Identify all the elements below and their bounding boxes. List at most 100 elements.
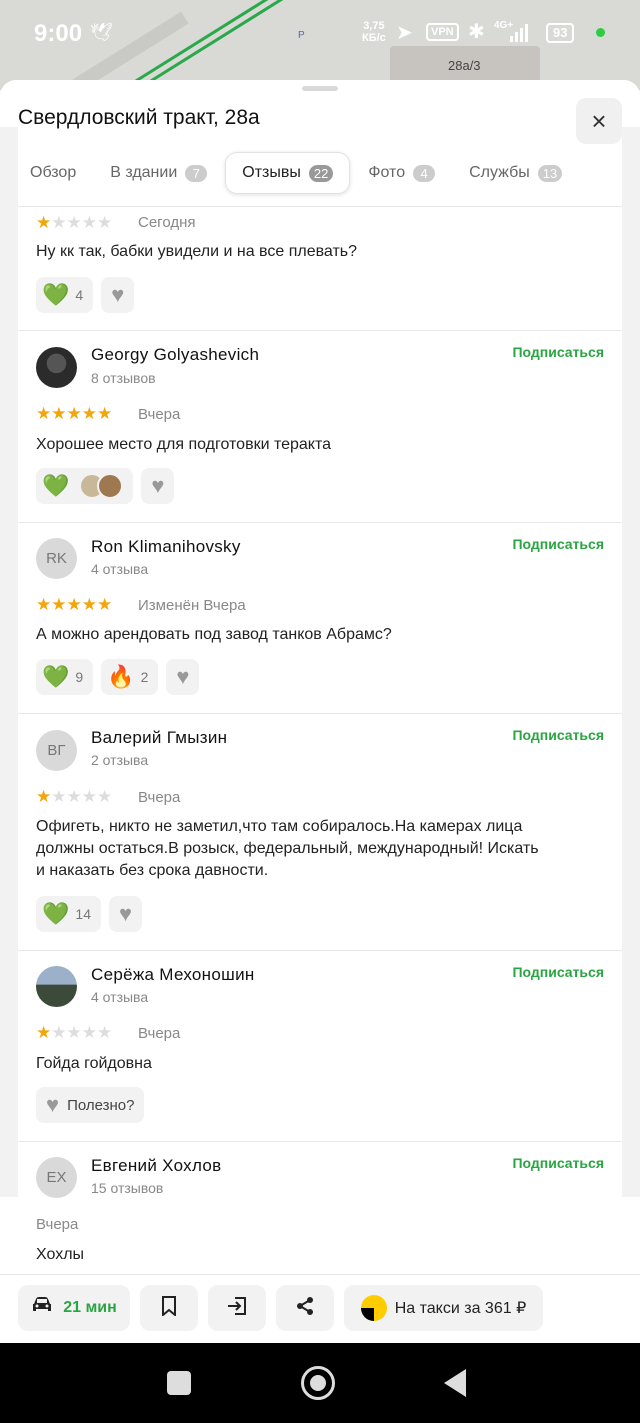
star-icon: ★ xyxy=(97,213,113,232)
like-button[interactable]: ♥ xyxy=(141,468,175,504)
bookmark-button[interactable] xyxy=(140,1285,198,1331)
avatar[interactable]: RK xyxy=(36,538,77,579)
tab-services[interactable]: Службы 13 xyxy=(453,152,578,194)
entrance-button[interactable] xyxy=(208,1285,266,1331)
reaction-count: 14 xyxy=(75,906,91,922)
taxi-button[interactable]: На такси за 361 ₽ xyxy=(344,1285,543,1331)
avatar[interactable]: ЕХ xyxy=(36,1157,77,1198)
reviews-list[interactable]: ★★★★★ Сегодня Ну кк так, бабки увидели и… xyxy=(18,207,622,1272)
author-name[interactable]: Валерий Гмызин xyxy=(91,728,227,748)
reaction-count: 9 xyxy=(75,669,84,685)
author-review-count: 4 отзыва xyxy=(91,561,149,577)
tab-overview[interactable]: Обзор xyxy=(14,152,92,194)
author-name[interactable]: Серёжа Мехоношин xyxy=(91,965,255,985)
reactor-avatars xyxy=(79,473,124,499)
close-button[interactable]: × xyxy=(576,98,622,144)
vpn-badge: VPN xyxy=(426,23,459,41)
heart-reaction-chip[interactable]: 💚 9 xyxy=(36,659,94,695)
heart-reaction-chip[interactable]: 💚 14 xyxy=(36,896,101,932)
star-icon: ★ xyxy=(36,1023,52,1042)
author-name[interactable]: Евгений Хохлов xyxy=(91,1156,221,1176)
recents-icon[interactable] xyxy=(167,1371,191,1395)
review-card: ЕХ Евгений Хохлов 15 отзывов Подписаться… xyxy=(18,1143,622,1272)
list-gutter xyxy=(622,127,640,1197)
back-icon[interactable] xyxy=(444,1369,466,1397)
reaction-count: 4 xyxy=(75,287,84,303)
like-button[interactable]: ♥ xyxy=(108,896,143,932)
like-button[interactable]: ♥ xyxy=(166,659,200,695)
tab-count: 13 xyxy=(537,164,563,182)
rating-stars: ★★★★★ xyxy=(36,404,112,424)
tab-reviews[interactable]: Отзывы 22 xyxy=(225,152,351,194)
author-review-count: 15 отзывов xyxy=(91,1180,164,1196)
green-heart-icon: 💚 xyxy=(42,282,70,307)
tab-photos[interactable]: Фото 4 xyxy=(352,152,451,194)
subscribe-button[interactable]: Подписаться xyxy=(512,727,604,743)
green-heart-icon: 💚 xyxy=(42,473,70,498)
review-text-line: должны остаться.В розыск, федеральный, м… xyxy=(36,840,539,857)
review-text: Гойда гойдовна xyxy=(36,1055,152,1072)
subscribe-button[interactable]: Подписаться xyxy=(512,344,604,360)
green-heart-icon: 💚 xyxy=(42,664,70,689)
review-card: ВГ Валерий Гмызин 2 отзыва Подписаться ★… xyxy=(18,715,622,951)
subscribe-button[interactable]: Подписаться xyxy=(512,964,604,980)
tab-count: 7 xyxy=(185,164,208,182)
review-card: Серёжа Мехоношин 4 отзыва Подписаться ★★… xyxy=(18,952,622,1142)
star-icon: ★ xyxy=(81,213,97,232)
star-icon: ★ xyxy=(97,787,113,806)
review-date: Изменён Вчера xyxy=(138,597,246,614)
subscribe-button[interactable]: Подписаться xyxy=(512,536,604,552)
tab-bar: Обзор В здании 7 Отзывы 22 Фото 4 Службы 13 xyxy=(14,152,580,194)
avatar[interactable]: ВГ xyxy=(36,730,77,771)
author-name[interactable]: Ron Klimanihovsky xyxy=(91,537,241,557)
like-button[interactable]: ♥ xyxy=(101,277,135,313)
rating-stars: ★★★★★ xyxy=(36,787,112,807)
list-gutter xyxy=(0,127,18,1197)
avatar[interactable] xyxy=(36,347,77,388)
taxi-logo-icon xyxy=(360,1295,387,1321)
author-name[interactable]: Georgy Golyashevich xyxy=(91,345,259,365)
enter-icon xyxy=(226,1296,248,1321)
heart-reaction-chip[interactable]: 💚 xyxy=(36,468,134,504)
subscribe-button[interactable]: Подписаться xyxy=(512,1155,604,1171)
tab-label: Обзор xyxy=(30,164,77,181)
tab-in-building[interactable]: В здании 7 xyxy=(94,152,223,194)
tab-label: Отзывы xyxy=(242,164,301,181)
review-date: Вчера xyxy=(36,1216,79,1233)
star-icon: ★ xyxy=(51,787,67,806)
fire-reaction-chip[interactable]: 🔥 2 xyxy=(101,659,159,695)
review-text: А можно арендовать под завод танков Абра… xyxy=(36,626,392,643)
star-icon: ★ xyxy=(51,1023,67,1042)
review-date: Вчера xyxy=(138,406,181,423)
heart-icon: ♥ xyxy=(151,473,165,498)
avatar[interactable] xyxy=(36,966,77,1007)
review-card: RK Ron Klimanihovsky 4 отзыва Подписатьс… xyxy=(18,524,622,714)
author-review-count: 8 отзывов xyxy=(91,370,156,386)
sheet-grabber[interactable] xyxy=(302,86,338,91)
taxi-label: На такси за 361 ₽ xyxy=(394,1300,527,1317)
system-nav-bar xyxy=(0,1343,640,1423)
star-icon: ★ xyxy=(81,787,97,806)
tab-count: 22 xyxy=(308,164,334,182)
network-speed-unit: КБ/с xyxy=(362,32,386,44)
useful-label: Полезно? xyxy=(67,1096,135,1114)
reactions: 💚 4 ♥ xyxy=(36,277,142,313)
review-text-line: и наказать без срока давности. xyxy=(36,862,269,879)
review-date: Сегодня xyxy=(138,214,196,231)
review-text: Хохлы xyxy=(36,1246,85,1263)
bottom-action-bar: 21 мин На такси за 361 ₽ xyxy=(0,1274,640,1343)
tab-label: В здании xyxy=(110,164,178,181)
location-icon: ➤ xyxy=(396,22,413,44)
rating-stars: ★★★★★ xyxy=(36,595,112,615)
star-icon: ★ xyxy=(51,404,67,423)
heart-reaction-chip[interactable]: 💚 4 xyxy=(36,277,94,313)
share-button[interactable] xyxy=(276,1285,334,1331)
useful-button[interactable]: ♥ Полезно? xyxy=(36,1087,145,1123)
heart-icon: ♥ xyxy=(46,1092,60,1117)
home-icon[interactable] xyxy=(301,1366,335,1400)
rating-stars: ★★★★★ xyxy=(36,1023,112,1043)
route-by-car-button[interactable]: 21 мин xyxy=(18,1285,130,1331)
review-text: Ну кк так, бабки увидели и на все плеват… xyxy=(36,243,358,260)
review-card: ★★★★★ Сегодня Ну кк так, бабки увидели и… xyxy=(18,207,622,331)
heart-icon: ♥ xyxy=(176,664,190,689)
